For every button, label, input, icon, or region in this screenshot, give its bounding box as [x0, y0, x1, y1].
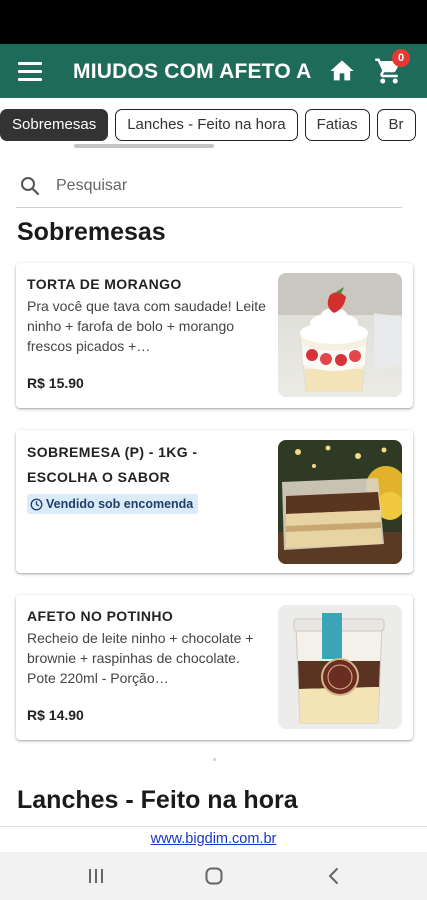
- product-image-dessert-tray[interactable]: [278, 440, 402, 564]
- footer: www.bigdim.com.br: [0, 826, 427, 852]
- app-bar: MIUDOS COM AFETO A: [0, 44, 427, 98]
- clock-icon: [30, 498, 43, 510]
- product-description: Pra você que tava com saudade! Leite nin…: [27, 298, 266, 354]
- search-input[interactable]: [56, 176, 376, 195]
- product-name: AFETO NO POTINHO: [27, 608, 174, 624]
- footer-link[interactable]: www.bigdim.com.br: [151, 831, 277, 847]
- product-price: R$ 15.90: [27, 375, 84, 391]
- divider-dot: [213, 758, 216, 761]
- section-title-sobremesas: Sobremesas: [17, 218, 166, 246]
- tabs-scrollbar[interactable]: [74, 144, 214, 148]
- hamburger-icon-line: [18, 61, 42, 65]
- cart-count-badge: 0: [392, 49, 410, 67]
- product-name: TORTA DE MORANGO: [27, 276, 182, 292]
- tab-fatias[interactable]: Fatias: [304, 109, 370, 141]
- section-title-lanches: Lanches - Feito na hora: [17, 786, 298, 814]
- tab-lanches[interactable]: Lanches - Feito na hora: [115, 109, 298, 141]
- search-icon: [21, 176, 40, 195]
- home-nav-icon[interactable]: [202, 864, 226, 888]
- app-title: MIUDOS COM AFETO A: [73, 60, 312, 83]
- hamburger-icon-line: [18, 69, 42, 73]
- system-nav-bar: [0, 852, 427, 900]
- recent-apps-icon[interactable]: [84, 864, 108, 888]
- category-tabs: Sobremesas Lanches - Feito na hora Fatia…: [0, 98, 427, 152]
- product-description: Recheio de leite ninho + chocolate + bro…: [27, 630, 254, 686]
- back-icon[interactable]: [322, 864, 346, 888]
- product-image-strawberry-cup[interactable]: [278, 273, 402, 397]
- product-price: R$ 14.90: [27, 707, 84, 723]
- product-name: SOBREMESA (P) - 1KG - ESCOLHA O SABOR: [27, 444, 198, 485]
- menu-button[interactable]: [0, 44, 60, 98]
- status-bar: [0, 0, 427, 44]
- tab-sobremesas[interactable]: Sobremesas: [0, 109, 109, 141]
- product-image-dessert-pot[interactable]: [278, 605, 402, 729]
- hamburger-icon-line: [18, 77, 42, 81]
- made-to-order-badge: Vendido sob encomenda: [27, 494, 199, 514]
- product-card[interactable]: TORTA DE MORANGO Pra você que tava com s…: [16, 263, 413, 408]
- badge-label: Vendido sob encomenda: [46, 497, 194, 511]
- tab-br[interactable]: Br: [376, 109, 416, 141]
- product-card[interactable]: AFETO NO POTINHO Recheio de leite ninho …: [16, 595, 413, 740]
- search-bar[interactable]: [16, 164, 402, 208]
- home-icon[interactable]: [328, 57, 356, 85]
- product-card[interactable]: SOBREMESA (P) - 1KG - ESCOLHA O SABOR Ve…: [16, 430, 413, 573]
